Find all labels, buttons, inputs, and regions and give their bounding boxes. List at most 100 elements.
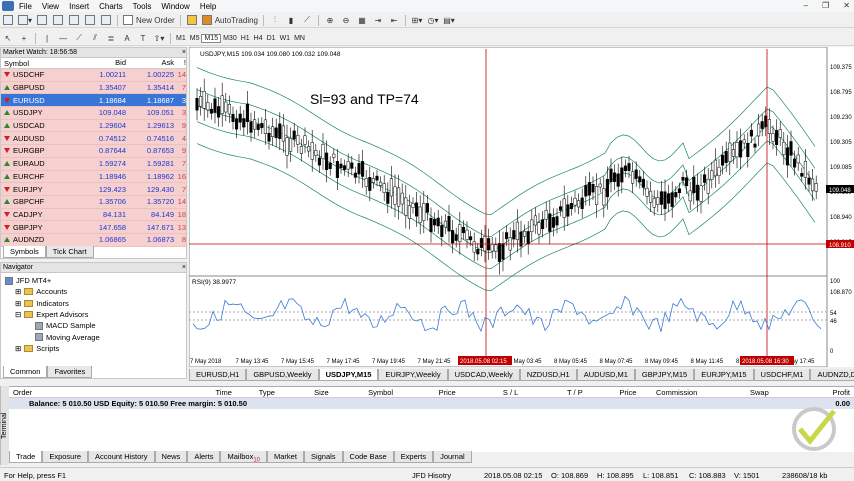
horizontal-line-icon[interactable]: — [57,32,69,44]
chart-tab[interactable]: GBPUSD,Weekly [246,369,319,381]
candlestick-icon[interactable]: ▮ [285,14,297,26]
tf-h4[interactable]: H4 [252,35,265,42]
terminal-col-header[interactable]: Commission [640,388,701,397]
autotrading-button[interactable]: AutoTrading [201,14,258,26]
market-watch-row[interactable]: GBPJPY 147.658 147.671 13 [1,221,186,234]
col-ask[interactable]: Ask [126,58,174,68]
chart-tab[interactable]: GBPJPY,M15 [634,369,695,381]
tree-expert-advisors[interactable]: ⊟ Expert Advisors [5,309,182,320]
chart-tab[interactable]: EURJPY,Weekly [378,369,448,381]
navigator-close-icon[interactable]: × [182,264,186,271]
terminal-tab[interactable]: Trade [9,451,43,463]
market-watch-icon[interactable] [36,14,48,26]
terminal-col-header[interactable]: Time [152,388,236,397]
restore-icon[interactable]: ❐ [822,1,829,10]
market-watch-row[interactable]: GBPUSD 1.35407 1.35414 7 [1,81,186,95]
navigator-icon[interactable] [68,14,80,26]
line-chart-icon[interactable]: ⟋ [301,14,313,26]
tree-macd-sample[interactable]: MACD Sample [5,320,182,331]
new-order-button[interactable]: New Order [123,14,175,26]
terminal-icon[interactable] [84,14,96,26]
menu-window[interactable]: Window [158,2,196,11]
chart-tab[interactable]: EURJPY,M15 [694,369,754,381]
arrows-icon[interactable]: ⇧▾ [153,32,165,44]
periods-icon[interactable]: ◷▾ [427,14,439,26]
market-watch-row[interactable]: USDCHF 1.00211 1.00225 14 [1,69,186,82]
cursor-icon[interactable]: ↖ [2,32,14,44]
tree-indicators[interactable]: ⊞ Indicators [5,298,182,309]
indicators-icon[interactable]: ⊞▾ [411,14,423,26]
tf-m15[interactable]: M15 [201,33,222,43]
tab-tick-chart[interactable]: Tick Chart [45,246,94,258]
terminal-tab[interactable]: Market [267,451,304,463]
market-watch-row[interactable]: CADJPY 84.131 84.149 18 [1,208,186,222]
templates-icon[interactable]: ▤▾ [443,14,455,26]
tree-accounts[interactable]: ⊞ Accounts [5,286,182,297]
close-icon[interactable]: ✕ [843,1,850,10]
terminal-col-header[interactable]: Price [587,388,641,397]
terminal-col-header[interactable]: S / L [460,388,523,397]
menu-view[interactable]: View [39,2,66,11]
menu-charts[interactable]: Charts [96,2,130,11]
zoom-out-icon[interactable]: ⊖ [340,14,352,26]
chart-tab[interactable]: NZDUSD,H1 [519,369,577,381]
market-watch-row[interactable]: EURJPY 129.423 129.430 7 [1,183,186,196]
chart-tab[interactable]: AUDNZD,Daily [810,369,854,381]
terminal-col-header[interactable]: Order [9,388,152,397]
zoom-in-icon[interactable]: ⊕ [324,14,336,26]
terminal-col-header[interactable]: T / P [522,388,586,397]
tree-scripts[interactable]: ⊞ Scripts [5,343,182,354]
terminal-tab[interactable]: Exposure [42,451,89,463]
fibonacci-icon[interactable]: ≣ [105,32,117,44]
tf-m1[interactable]: M1 [174,35,188,42]
terminal-tab[interactable]: Code Base [342,451,394,463]
chart-tab[interactable]: EURUSD,H1 [189,369,247,381]
tab-symbols[interactable]: Symbols [3,246,46,258]
balance-row[interactable]: Balance: 5 010.50 USD Equity: 5 010.50 F… [9,398,854,409]
strategy-tester-icon[interactable] [100,14,112,26]
tf-d1[interactable]: D1 [265,35,278,42]
tab-favorites[interactable]: Favorites [47,366,93,378]
terminal-col-header[interactable]: Size [279,388,333,397]
trendline-icon[interactable]: ⟋ [73,32,85,44]
tf-m30[interactable]: M30 [221,35,239,42]
market-watch-row[interactable]: EURAUD 1.59274 1.59281 7 [1,157,186,171]
tab-common[interactable]: Common [3,366,48,378]
market-watch-row[interactable]: USDCAD 1.29604 1.29613 9 [1,119,186,133]
market-watch-row[interactable]: EURUSD 1.18684 1.18687 3 [1,94,186,108]
text-icon[interactable]: A [121,32,133,44]
crosshair-icon[interactable]: + [18,32,30,44]
market-watch-row[interactable]: EURGBP 0.87644 0.87653 9 [1,145,186,158]
tile-windows-icon[interactable]: ▦ [356,14,368,26]
terminal-col-header[interactable]: Type [236,388,279,397]
market-watch-row[interactable]: AUDNZD 1.06865 1.06873 8 [1,233,186,247]
terminal-tab[interactable]: Alerts [187,451,221,463]
terminal-col-header[interactable]: Symbol [333,388,397,397]
market-watch-row[interactable]: GBPCHF 1.35706 1.35720 14 [1,195,186,209]
chart-window[interactable]: USDJPY,M15 109.034 109.080 109.032 109.0… [189,47,854,367]
terminal-tab[interactable]: Experts [393,451,434,463]
bar-chart-icon[interactable]: ⫶ [269,14,281,26]
terminal-tab[interactable]: Mailbox10 [220,451,268,464]
menu-insert[interactable]: Insert [66,2,96,11]
col-spread[interactable]: ! [174,58,186,68]
chart-tab[interactable]: USDCHF,M1 [753,369,811,381]
tree-root[interactable]: JFD MT4+ [5,275,182,286]
metaeditor-icon[interactable] [186,14,198,26]
tf-h1[interactable]: H1 [239,35,252,42]
menu-file[interactable]: File [16,2,39,11]
market-watch-row[interactable]: EURCHF 1.18946 1.18962 16 [1,170,186,184]
terminal-col-header[interactable]: Price [397,388,460,397]
tf-m5[interactable]: M5 [188,35,202,42]
tf-mn[interactable]: MN [292,35,307,42]
vertical-line-icon[interactable]: | [41,32,53,44]
text-label-icon[interactable]: T [137,32,149,44]
terminal-tab[interactable]: News [154,451,188,463]
terminal-col-header[interactable]: Profit [773,388,854,397]
terminal-tab[interactable]: Journal [433,451,472,463]
new-chart-icon[interactable] [2,14,14,26]
auto-scroll-icon[interactable]: ⇥ [372,14,384,26]
minimize-icon[interactable]: – [804,1,808,10]
data-window-icon[interactable] [52,14,64,26]
menu-help[interactable]: Help [197,2,223,11]
